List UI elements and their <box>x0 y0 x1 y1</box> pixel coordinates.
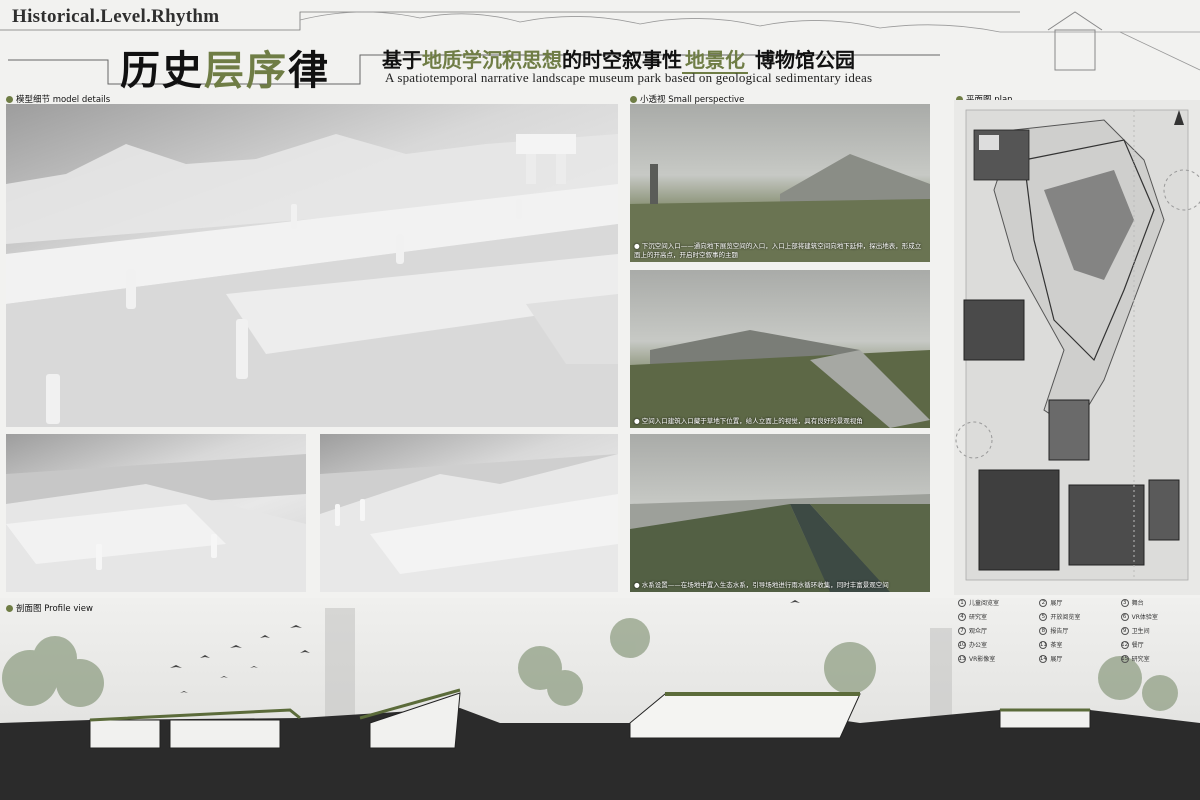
legend-item: 3 舞台 <box>1120 598 1198 607</box>
section-title-profile: 剖面图 Profile view <box>6 602 93 614</box>
perspective-caption-1: ● 下沉空间入口——通向地下展览空间的入口，入口上部将建筑空间向地下延伸，探出地… <box>634 242 922 259</box>
perspective-photo-1: ● 下沉空间入口——通向地下展览空间的入口，入口上部将建筑空间向地下延伸，探出地… <box>630 104 930 262</box>
legend-item: 14 展厅 <box>1039 654 1063 663</box>
legend-item: 8 报告厅 <box>1039 626 1116 635</box>
legend-item: 1 儿童阅览室 <box>958 598 1035 607</box>
legend-item: 6 VR体验室 <box>1120 612 1198 621</box>
bullet-dot-icon <box>630 95 637 103</box>
title-chinese: 历史层序律 <box>120 47 330 94</box>
plan-legend: 1 儿童阅览室 2 展厅 3 舞台 4 研究室 5 开放阅览室 6 VR体验室 7 观众厅 8… <box>958 598 1198 663</box>
legend-item: 10 办公室 <box>958 640 988 649</box>
perspective-caption-2: ● 空间入口建筑入口藏于草地下位置，给人立面上的视觉，具有良好的景观视角 <box>634 416 863 425</box>
legend-item: 15 研究室 <box>1120 654 1150 663</box>
perspective-photo-2: ● 空间入口建筑入口藏于草地下位置，给人立面上的视觉，具有良好的景观视角 <box>630 270 930 428</box>
legend-item: 5 开放阅览室 <box>1039 612 1116 621</box>
legend-item: 13 VR影像室 <box>958 654 996 663</box>
legend-item: 12 餐厅 <box>1120 640 1144 649</box>
subtitle-english: A spatiotemporal narrative landscape mus… <box>385 70 873 85</box>
perspective-caption-3: ● 水系设置——在场地中置入生态水系，引导场地进行雨水循环收集，同时丰富景观空间 <box>634 580 889 589</box>
bullet-dot-icon <box>6 95 13 103</box>
model-photo-detail-1 <box>6 434 306 592</box>
perspective-photo-3: ● 水系设置——在场地中置入生态水系，引导场地进行雨水循环收集，同时丰富景观空间 <box>630 434 930 592</box>
legend-item: 7 观众厅 <box>958 626 1035 635</box>
model-photo-main <box>6 104 618 427</box>
model-photo-detail-2 <box>320 434 618 592</box>
title-english: Historical.Level.Rhythm <box>12 6 220 27</box>
subtitle-chinese: 基于地质学沉积思想的时空叙事性 地景化 博物馆公园 <box>382 48 855 74</box>
legend-item: 4 研究室 <box>958 612 1035 621</box>
bullet-dot-icon <box>6 604 13 612</box>
legend-item: 11 茶室 <box>1039 640 1063 649</box>
site-plan <box>954 100 1200 595</box>
legend-item: 9 卫生间 <box>1120 626 1198 635</box>
legend-item: 2 展厅 <box>1039 598 1116 607</box>
